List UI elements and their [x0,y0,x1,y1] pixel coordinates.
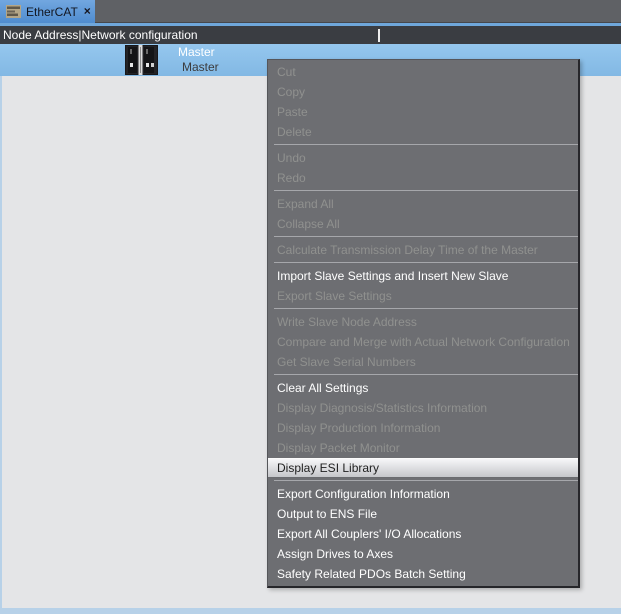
master-sublabel: Master [182,60,219,74]
menu-item-display-packet-monitor: Display Packet Monitor [268,438,578,458]
menu-item-display-diagnosis-statistics: Display Diagnosis/Statistics Information [268,398,578,418]
menu-item-cut: Cut [268,62,578,82]
master-device-icon [125,45,158,75]
menu-item-collapse-all: Collapse All [268,214,578,234]
menu-item-delete: Delete [268,122,578,142]
tab-close-icon[interactable]: × [84,5,91,18]
menu-item-import-slave-settings[interactable]: Import Slave Settings and Insert New Sla… [268,266,578,286]
menu-separator [274,308,578,309]
menu-item-write-slave-node-address: Write Slave Node Address [268,312,578,332]
menu-item-export-slave-settings: Export Slave Settings [268,286,578,306]
ethercat-icon [6,5,21,18]
menu-item-export-configuration-information[interactable]: Export Configuration Information [268,484,578,504]
context-menu: Cut Copy Paste Delete Undo Redo Expand A… [267,59,580,588]
menu-separator [274,480,578,481]
menu-item-assign-drives-to-axes[interactable]: Assign Drives to Axes [268,544,578,564]
column-header: Node Address|Network configuration [0,26,621,44]
menu-item-get-slave-serial-numbers: Get Slave Serial Numbers [268,352,578,372]
master-label: Master [178,45,215,59]
menu-separator [274,236,578,237]
menu-separator [274,144,578,145]
menu-item-display-production-information: Display Production Information [268,418,578,438]
menu-item-safety-related-pdos-batch-setting[interactable]: Safety Related PDOs Batch Setting [268,564,578,584]
menu-item-export-all-couplers-io-allocations[interactable]: Export All Couplers' I/O Allocations [268,524,578,544]
menu-separator [274,190,578,191]
menu-item-redo: Redo [268,168,578,188]
menu-separator [274,374,578,375]
tab-label: EtherCAT [26,5,78,19]
menu-item-expand-all: Expand All [268,194,578,214]
menu-item-paste: Paste [268,102,578,122]
menu-item-undo: Undo [268,148,578,168]
bottom-border [0,608,621,614]
menu-item-display-esi-library[interactable]: Display ESI Library [268,458,578,478]
tab-strip: EtherCAT × [0,0,621,23]
tab-ethercat[interactable]: EtherCAT × [0,0,95,23]
menu-item-output-to-ens-file[interactable]: Output to ENS File [268,504,578,524]
menu-item-clear-all-settings[interactable]: Clear All Settings [268,378,578,398]
menu-separator [274,262,578,263]
menu-item-copy: Copy [268,82,578,102]
menu-item-calculate-transmission-delay: Calculate Transmission Delay Time of the… [268,240,578,260]
menu-item-compare-and-merge: Compare and Merge with Actual Network Co… [268,332,578,352]
header-caret [378,29,380,42]
